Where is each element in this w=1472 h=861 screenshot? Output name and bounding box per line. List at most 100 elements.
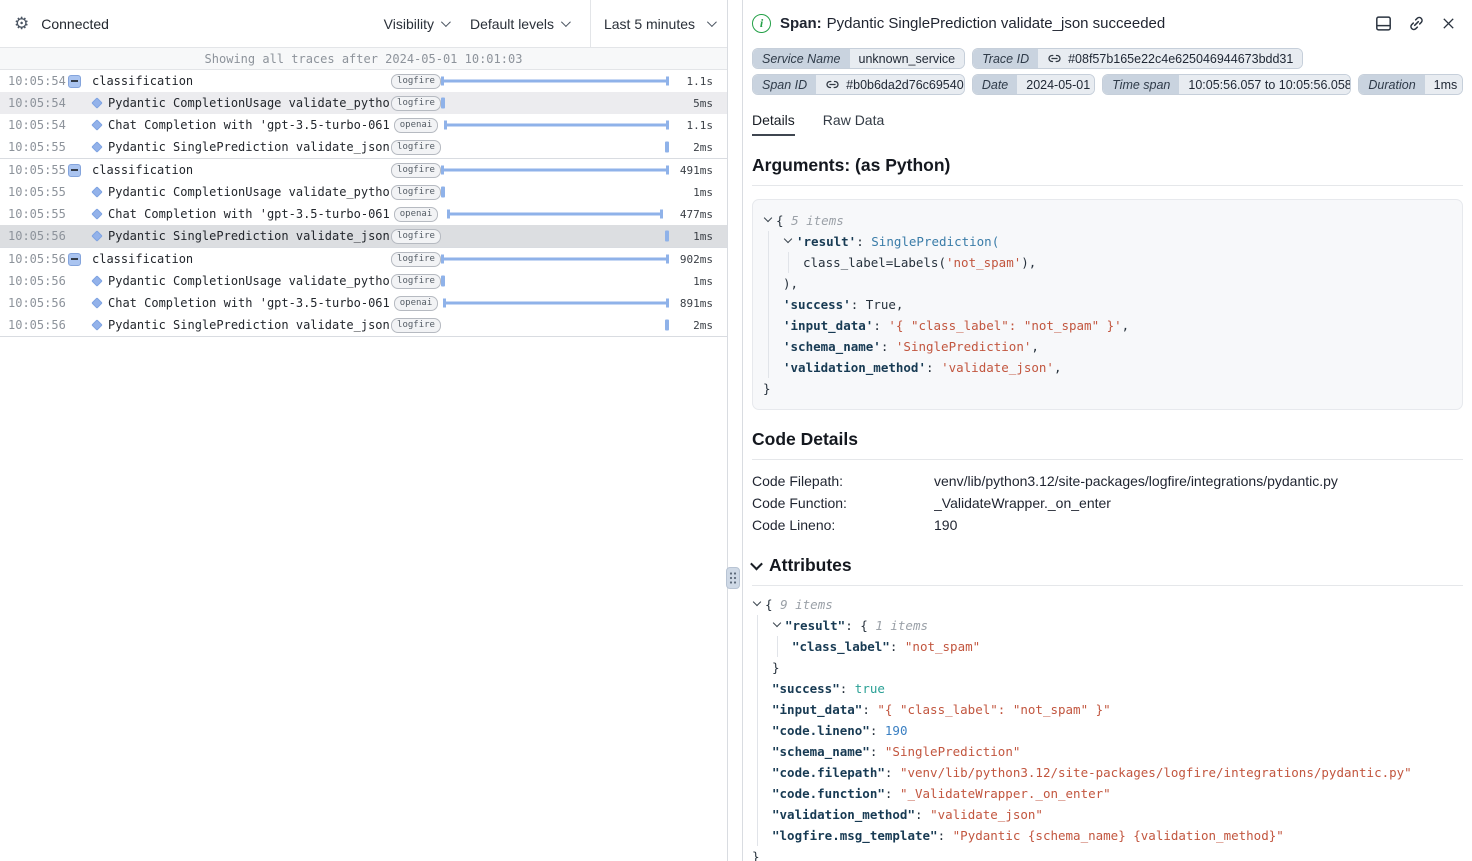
collapse-minus-icon (68, 164, 81, 177)
span-id-badge[interactable]: Span ID #b0b6da2d76c69540 (752, 74, 965, 95)
code-details-rows: Code Filepath: venv/lib/python3.12/site-… (752, 470, 1463, 536)
scope-tag: logfire (391, 229, 441, 244)
trace-time: 10:05:54 (0, 96, 68, 110)
indent-guide (752, 825, 772, 846)
duration-bar (441, 166, 669, 175)
collapse-chevron-icon[interactable] (763, 213, 776, 227)
trace-time: 10:05:54 (0, 118, 68, 132)
time-range-dropdown[interactable]: Last 5 minutes (590, 0, 727, 47)
indent-guide (752, 615, 772, 636)
code-line: } (763, 378, 1452, 399)
trace-row[interactable]: 10:05:54 Pydantic CompletionUsage valida… (0, 92, 727, 114)
close-button[interactable] (1441, 16, 1456, 31)
trace-row[interactable]: 10:05:56 classification logfire 902ms (0, 248, 727, 270)
collapse-chevron-icon[interactable] (783, 234, 796, 248)
attributes-heading[interactable]: Attributes (752, 555, 1463, 586)
code-line: "result": { 1 items (752, 615, 1463, 636)
copy-link-button[interactable] (1408, 15, 1425, 32)
code-line: ), (763, 273, 1452, 294)
collapse-minus-icon (68, 253, 81, 266)
split-panel-button[interactable] (1375, 15, 1392, 32)
link-icon (825, 79, 840, 90)
gear-icon[interactable]: ⚙ (14, 15, 29, 32)
span-header: i Span:Pydantic SinglePrediction validat… (743, 0, 1472, 46)
span-title-label: Span: (780, 15, 822, 32)
tab-raw-data[interactable]: Raw Data (823, 112, 884, 136)
duration-track (441, 292, 669, 314)
trace-name: classification (92, 163, 389, 177)
traces-banner: Showing all traces after 2024-05-01 10:0… (0, 48, 727, 70)
code-line: 'validation_method': 'validate_json', (763, 357, 1452, 378)
indent-guide (763, 294, 783, 315)
trace-row-selected[interactable]: 10:05:56 Pydantic SinglePrediction valid… (0, 225, 727, 247)
trace-name: classification (92, 74, 389, 88)
indent-guide (763, 357, 783, 378)
collapse-toggle[interactable] (68, 164, 92, 177)
trace-row[interactable]: 10:05:55 classification logfire 491ms (0, 159, 727, 181)
duration-bar (665, 320, 669, 331)
collapse-chevron-icon[interactable] (772, 618, 785, 632)
scope-tag: openai (394, 207, 439, 222)
indent-guide (763, 273, 783, 294)
code-line: "success": true (752, 678, 1463, 699)
trace-row[interactable]: 10:05:56 Pydantic CompletionUsage valida… (0, 270, 727, 292)
indent-guide (752, 741, 772, 762)
trace-name: Pydantic CompletionUsage validate_python (108, 96, 389, 110)
scope-tag: logfire (391, 274, 441, 289)
attributes-heading-text: Attributes (769, 555, 852, 576)
trace-name: Pydantic SinglePrediction validate_json (108, 140, 389, 154)
code-line: "logfire.msg_template": "Pydantic {schem… (752, 825, 1463, 846)
trace-id-badge[interactable]: Trace ID #08f57b165e22c4e625046944673bdd… (972, 48, 1303, 69)
trace-duration: 491ms (671, 164, 727, 177)
attributes-json-code: { 9 items"result": { 1 items"class_label… (752, 594, 1463, 861)
code-line: 'input_data': '{ "class_label": "not_spa… (763, 315, 1452, 336)
collapse-toggle[interactable] (68, 75, 92, 88)
trace-time: 10:05:56 (0, 229, 68, 243)
collapse-toggle[interactable] (68, 253, 92, 266)
trace-group: 10:05:56 classification logfire 902ms 10… (0, 248, 727, 337)
scope-tag: logfire (391, 140, 441, 155)
trace-name: Chat Completion with 'gpt-3.5-turbo-061 (108, 118, 389, 132)
trace-time: 10:05:56 (0, 274, 68, 288)
code-line: { 9 items (752, 594, 1463, 615)
default-levels-dropdown[interactable]: Default levels (470, 16, 568, 32)
visibility-dropdown[interactable]: Visibility (384, 16, 448, 32)
trace-row[interactable]: 10:05:55 Pydantic SinglePrediction valid… (0, 136, 727, 158)
indent-guide (752, 678, 772, 699)
trace-row[interactable]: 10:05:54 classification logfire 1.1s (0, 70, 727, 92)
code-line: "code.lineno": 190 (752, 720, 1463, 741)
code-line: "class_label": "not_spam" (752, 636, 1463, 657)
tab-details[interactable]: Details (752, 112, 795, 136)
badge-value: #08f57b165e22c4e625046944673bdd31 (1068, 52, 1293, 66)
badge-label: Service Name (753, 49, 850, 68)
trace-row[interactable]: 10:05:56 Chat Completion with 'gpt-3.5-t… (0, 292, 727, 314)
trace-duration: 1.1s (671, 119, 727, 132)
scope-tag: openai (394, 118, 439, 133)
trace-name: Pydantic CompletionUsage validate_python (108, 185, 389, 199)
duration-bar (441, 255, 669, 264)
duration-bar (441, 187, 445, 198)
indent-guide (763, 231, 783, 252)
trace-row[interactable]: 10:05:54 Chat Completion with 'gpt-3.5-t… (0, 114, 727, 136)
detail-tabs: Details Raw Data (752, 112, 1463, 136)
split-panel-icon (1375, 15, 1392, 32)
code-line: "code.filepath": "venv/lib/python3.12/si… (752, 762, 1463, 783)
badge-value: unknown_service (850, 49, 965, 68)
indent-guide (783, 252, 803, 273)
trace-duration: 2ms (671, 141, 727, 154)
collapse-chevron-icon[interactable] (752, 597, 765, 611)
trace-toolbar: ⚙ Connected Visibility Default levels La… (0, 0, 727, 48)
trace-time: 10:05:56 (0, 296, 68, 310)
trace-row[interactable]: 10:05:55 Chat Completion with 'gpt-3.5-t… (0, 203, 727, 225)
code-line: 'success': True, (763, 294, 1452, 315)
trace-time: 10:05:56 (0, 318, 68, 332)
trace-duration: 1ms (671, 230, 727, 243)
trace-row[interactable]: 10:05:56 Pydantic SinglePrediction valid… (0, 314, 727, 336)
trace-time: 10:05:55 (0, 185, 68, 199)
span-diamond-icon (91, 208, 102, 219)
trace-group: 10:05:55 classification logfire 491ms 10… (0, 159, 727, 248)
badge-value: 2024-05-01 (1017, 75, 1095, 94)
chevron-down-icon (561, 17, 571, 27)
trace-row[interactable]: 10:05:55 Pydantic CompletionUsage valida… (0, 181, 727, 203)
panel-resize-handle[interactable] (726, 567, 740, 589)
